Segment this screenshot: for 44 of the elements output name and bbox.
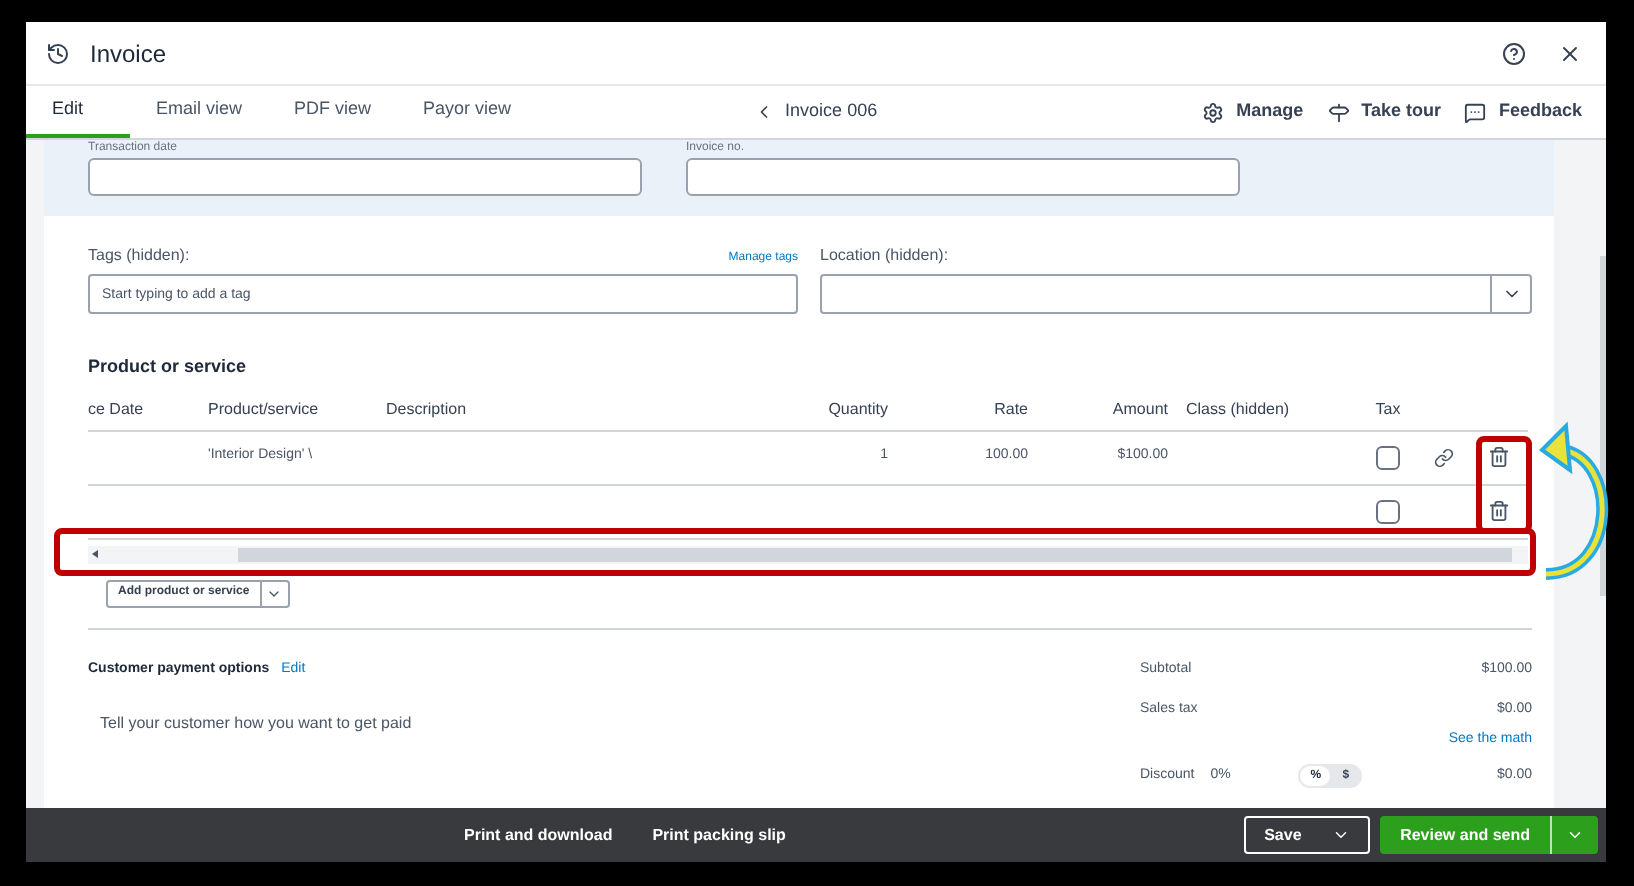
chevron-down-icon (1332, 826, 1351, 844)
column-header: Amount (1110, 397, 1168, 421)
column-header: Description (386, 397, 469, 421)
view-tab[interactable]: Payor view (397, 86, 538, 138)
view-tab[interactable]: PDF view (268, 86, 398, 138)
horizontal-scrollbar[interactable] (88, 545, 1528, 563)
scroll-left-icon[interactable] (92, 550, 98, 558)
history-icon[interactable] (46, 41, 70, 65)
column-header: Class (hidden) (1184, 397, 1292, 421)
location-dropdown[interactable] (820, 274, 1532, 314)
settings-icon (1202, 101, 1225, 123)
tax-checkbox[interactable] (1376, 445, 1400, 469)
column-header: Tax (1373, 397, 1403, 421)
column-header: Rate (992, 397, 1028, 421)
section-heading: Product or service (86, 354, 249, 380)
footer-action[interactable]: Print and download (464, 823, 613, 847)
date-input-field[interactable] (88, 158, 642, 196)
link-icon[interactable] (1433, 447, 1453, 467)
chat-bubble-icon (1464, 101, 1487, 123)
field-label: Tags (hidden): (88, 244, 190, 268)
footer-action[interactable]: Print packing slip (652, 823, 786, 847)
close-icon[interactable] (1558, 41, 1582, 65)
tax-checkbox[interactable] (1376, 499, 1400, 523)
toolbar-action[interactable]: Manage (1202, 86, 1304, 138)
vertical-scrollbar-thumb[interactable] (1600, 256, 1606, 596)
toolbar-action[interactable]: Feedback (1464, 86, 1582, 138)
chevron-down-icon (1566, 826, 1584, 844)
scrollbar-thumb[interactable] (238, 547, 1512, 561)
field-label: Location (hidden): (820, 244, 951, 268)
window-title: Invoice (90, 37, 167, 71)
invoice-number: Invoice 006 (785, 98, 878, 125)
delete-icon[interactable] (1487, 446, 1509, 468)
signpost-icon (1327, 101, 1350, 123)
delete-icon[interactable] (1487, 500, 1509, 522)
save-button[interactable]: Save (1244, 816, 1371, 854)
invoice-number-field[interactable] (686, 158, 1240, 196)
column-header: Product/service (208, 397, 321, 421)
add-options-button[interactable] (261, 579, 290, 607)
view-tab[interactable]: Email view (130, 86, 269, 138)
column-header: ce Date (88, 397, 146, 421)
toolbar-action[interactable]: Take tour (1327, 86, 1441, 138)
help-icon[interactable] (1502, 41, 1526, 65)
payment-prompt: Tell your customer how you want to get paid (100, 712, 414, 736)
column-header: Quantity (826, 397, 888, 421)
